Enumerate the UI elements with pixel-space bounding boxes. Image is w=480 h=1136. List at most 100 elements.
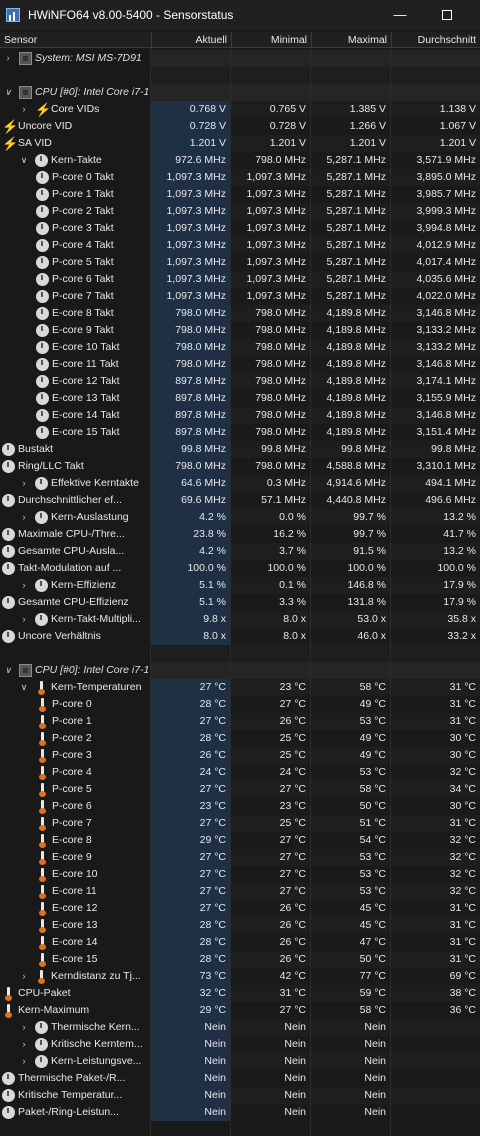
expand-chevron-icon[interactable]: ›	[19, 577, 29, 594]
maximum-value: 53 °C	[311, 883, 390, 900]
sensor-row[interactable]: Takt-Modulation auf ... 100.0 % 100.0 % 100…	[0, 560, 480, 577]
collapse-chevron-icon[interactable]: ∨	[3, 662, 13, 679]
column-header-current[interactable]: Aktuell	[151, 32, 231, 48]
sensor-row[interactable]: › Kern-Leistungsve... Nein Nein Nein	[0, 1053, 480, 1070]
sensor-row[interactable]: › ⚡ Core VIDs 0.768 V 0.765 V 1.385 V 1.138 V	[0, 101, 480, 118]
sensor-row[interactable]: Ring/LLC Takt 798.0 MHz 798.0 MHz 4,588.8 M…	[0, 458, 480, 475]
sensor-row[interactable]: P-core 0 28 °C 27 °C 49 °C 31 °C	[0, 696, 480, 713]
sensor-row[interactable]: Gesamte CPU-Ausla... 4.2 % 3.7 % 91.5 % 13.2…	[0, 543, 480, 560]
average-value: 99.8 MHz	[391, 441, 480, 458]
sensor-row[interactable]: CPU-Paket 32 °C 31 °C 59 °C 38 °C	[0, 985, 480, 1002]
minimum-value: 798.0 MHz	[231, 339, 310, 356]
expand-chevron-icon[interactable]: ›	[19, 611, 29, 628]
column-header-minimum[interactable]: Minimal	[231, 32, 311, 48]
sensor-row[interactable]: E-core 11 Takt 798.0 MHz 798.0 MHz 4,189.8 …	[0, 356, 480, 373]
sensor-row[interactable]: ⚡ SA VID 1.201 V 1.201 V 1.201 V 1.201 V	[0, 135, 480, 152]
sensor-row[interactable]: › Kern-Auslastung 4.2 % 0.0 % 99.7 % 13.2 %	[0, 509, 480, 526]
sensor-row[interactable]: ⚡ Uncore VID 0.728 V 0.728 V 1.266 V 1.067 V	[0, 118, 480, 135]
sensor-row[interactable]: E-core 8 Takt 798.0 MHz 798.0 MHz 4,189.8 M…	[0, 305, 480, 322]
sensor-row[interactable]: P-core 2 28 °C 25 °C 49 °C 30 °C	[0, 730, 480, 747]
sensor-name-cell: ∨ CPU [#0]: Intel Core i7-13700K: DTS	[0, 662, 150, 679]
sensor-row[interactable]: Maximale CPU-/Thre... 23.8 % 16.2 % 99.7 % 4…	[0, 526, 480, 543]
sensor-row[interactable]: › Kern-Takt-Multipli... 9.8 x 8.0 x 53.0 x 35…	[0, 611, 480, 628]
sensor-row[interactable]: E-core 9 Takt 798.0 MHz 798.0 MHz 4,189.8 M…	[0, 322, 480, 339]
sensor-row[interactable]: E-core 8 29 °C 27 °C 54 °C 32 °C	[0, 832, 480, 849]
sensor-row[interactable]: E-core 12 Takt 897.8 MHz 798.0 MHz 4,189.8 …	[0, 373, 480, 390]
sensor-row[interactable]: E-core 10 Takt 798.0 MHz 798.0 MHz 4,189.8 …	[0, 339, 480, 356]
sensor-row[interactable]: › Kritische Kerntem... Nein Nein Nein	[0, 1036, 480, 1053]
sensor-row[interactable]: Uncore Verhältnis 8.0 x 8.0 x 46.0 x 33.2 x	[0, 628, 480, 645]
maximum-value: 5,287.1 MHz	[311, 169, 390, 186]
sensor-row[interactable]: P-core 4 24 °C 24 °C 53 °C 32 °C	[0, 764, 480, 781]
minimum-value: 26 °C	[231, 934, 310, 951]
sensor-row[interactable]: P-core 1 Takt 1,097.3 MHz 1,097.3 MHz 5,287…	[0, 186, 480, 203]
expand-chevron-icon[interactable]: ›	[19, 1053, 29, 1070]
sensor-row[interactable]: E-core 9 27 °C 27 °C 53 °C 32 °C	[0, 849, 480, 866]
sensor-row[interactable]: › Effektive Kerntakte 64.6 MHz 0.3 MHz 4,914…	[0, 475, 480, 492]
sensor-row[interactable]: P-core 7 27 °C 25 °C 51 °C 31 °C	[0, 815, 480, 832]
collapse-chevron-icon[interactable]: ∨	[19, 152, 29, 169]
sensor-row[interactable]: E-core 13 28 °C 26 °C 45 °C 31 °C	[0, 917, 480, 934]
sensor-row[interactable]: P-core 5 Takt 1,097.3 MHz 1,097.3 MHz 5,287…	[0, 254, 480, 271]
sensor-row[interactable]: E-core 14 28 °C 26 °C 47 °C 31 °C	[0, 934, 480, 951]
sensor-row[interactable]: Kern-Maximum 29 °C 27 °C 58 °C 36 °C	[0, 1002, 480, 1019]
sensor-group-row[interactable]: ∨ CPU [#0]: Intel Core i7-13700K: DTS	[0, 662, 480, 679]
sensor-row[interactable]: P-core 6 Takt 1,097.3 MHz 1,097.3 MHz 5,287…	[0, 271, 480, 288]
minimum-value: 27 °C	[231, 883, 310, 900]
column-header-average[interactable]: Durchschnitt	[391, 32, 480, 48]
expand-chevron-icon[interactable]: ›	[19, 1036, 29, 1053]
expand-chevron-icon[interactable]: ›	[19, 509, 29, 526]
current-value: 798.0 MHz	[151, 305, 230, 322]
collapse-chevron-icon[interactable]: ∨	[19, 679, 29, 696]
sensor-row[interactable]: Kritische Temperatur... Nein Nein Nein	[0, 1087, 480, 1104]
sensor-row[interactable]: P-core 3 26 °C 25 °C 49 °C 30 °C	[0, 747, 480, 764]
expand-chevron-icon[interactable]: ›	[19, 968, 29, 985]
sensor-label: P-core 4	[52, 766, 92, 778]
sensor-row[interactable]: › Kern-Effizienz 5.1 % 0.1 % 146.8 % 17.9 %	[0, 577, 480, 594]
sensor-group-row[interactable]: › System: MSI MS-7D91	[0, 50, 480, 67]
sensor-row[interactable]: › Thermische Kern... Nein Nein Nein	[0, 1019, 480, 1036]
current-value: 1,097.3 MHz	[151, 288, 230, 305]
sensor-row[interactable]: E-core 10 27 °C 27 °C 53 °C 32 °C	[0, 866, 480, 883]
sensor-row[interactable]: E-core 14 Takt 897.8 MHz 798.0 MHz 4,189.8 …	[0, 407, 480, 424]
expand-chevron-icon[interactable]: ›	[19, 1019, 29, 1036]
sensor-row[interactable]: P-core 1 27 °C 26 °C 53 °C 31 °C	[0, 713, 480, 730]
sensor-name-cell: Paket-/Ring-Leistun...	[0, 1104, 150, 1121]
sensor-row[interactable]: E-core 12 27 °C 26 °C 45 °C 31 °C	[0, 900, 480, 917]
column-header-maximum[interactable]: Maximal	[311, 32, 391, 48]
sensor-row[interactable]: E-core 13 Takt 897.8 MHz 798.0 MHz 4,189.8 …	[0, 390, 480, 407]
sensor-row[interactable]: P-core 7 Takt 1,097.3 MHz 1,097.3 MHz 5,287…	[0, 288, 480, 305]
sensor-label: Bustakt	[18, 443, 54, 455]
sensor-row[interactable]: › Kerndistanz zu Tj... 73 °C 42 °C 77 °C 69 °…	[0, 968, 480, 985]
sensor-label: Kern-Temperaturen	[51, 681, 142, 693]
sensor-row[interactable]: P-core 2 Takt 1,097.3 MHz 1,097.3 MHz 5,287…	[0, 203, 480, 220]
clock-icon	[35, 1021, 48, 1034]
sensor-name-cell: E-core 12	[0, 900, 150, 917]
sensor-group-row[interactable]: ∨ CPU [#0]: Intel Core i7-13700K	[0, 84, 480, 101]
sensor-row[interactable]: ∨ Kern-Takte 972.6 MHz 798.0 MHz 5,287.1 MHz…	[0, 152, 480, 169]
maximum-value: 53 °C	[311, 764, 390, 781]
sensor-row[interactable]: E-core 15 28 °C 26 °C 50 °C 31 °C	[0, 951, 480, 968]
column-header-sensor[interactable]: Sensor	[0, 32, 151, 48]
maximize-button[interactable]	[432, 5, 462, 25]
sensor-row[interactable]: P-core 5 27 °C 27 °C 58 °C 34 °C	[0, 781, 480, 798]
sensor-row[interactable]: Gesamte CPU-Effizienz 5.1 % 3.3 % 131.8 % 17…	[0, 594, 480, 611]
current-value: 1,097.3 MHz	[151, 254, 230, 271]
sensor-row[interactable]: ∨ Kern-Temperaturen 27 °C 23 °C 58 °C 31 °C	[0, 679, 480, 696]
sensor-row[interactable]: P-core 6 23 °C 23 °C 50 °C 30 °C	[0, 798, 480, 815]
sensor-row[interactable]: E-core 11 27 °C 27 °C 53 °C 32 °C	[0, 883, 480, 900]
sensor-row[interactable]: E-core 15 Takt 897.8 MHz 798.0 MHz 4,189.8 …	[0, 424, 480, 441]
collapse-chevron-icon[interactable]: ∨	[3, 84, 13, 101]
expand-chevron-icon[interactable]: ›	[19, 101, 29, 118]
sensor-row[interactable]: Durchschnittlicher ef... 69.6 MHz 57.1 MHz…	[0, 492, 480, 509]
expand-chevron-icon[interactable]: ›	[3, 50, 13, 67]
minimize-button[interactable]: —	[385, 5, 415, 25]
sensor-row[interactable]: P-core 4 Takt 1,097.3 MHz 1,097.3 MHz 5,287…	[0, 237, 480, 254]
sensor-name-cell	[0, 67, 150, 84]
sensor-row[interactable]: Thermische Paket-/R... Nein Nein Nein	[0, 1070, 480, 1087]
sensor-row[interactable]: Bustakt 99.8 MHz 99.8 MHz 99.8 MHz 99.8 MHz	[0, 441, 480, 458]
sensor-row[interactable]: P-core 0 Takt 1,097.3 MHz 1,097.3 MHz 5,287…	[0, 169, 480, 186]
sensor-row[interactable]: P-core 3 Takt 1,097.3 MHz 1,097.3 MHz 5,287…	[0, 220, 480, 237]
expand-chevron-icon[interactable]: ›	[19, 475, 29, 492]
sensor-row[interactable]: Paket-/Ring-Leistun... Nein Nein Nein	[0, 1104, 480, 1121]
